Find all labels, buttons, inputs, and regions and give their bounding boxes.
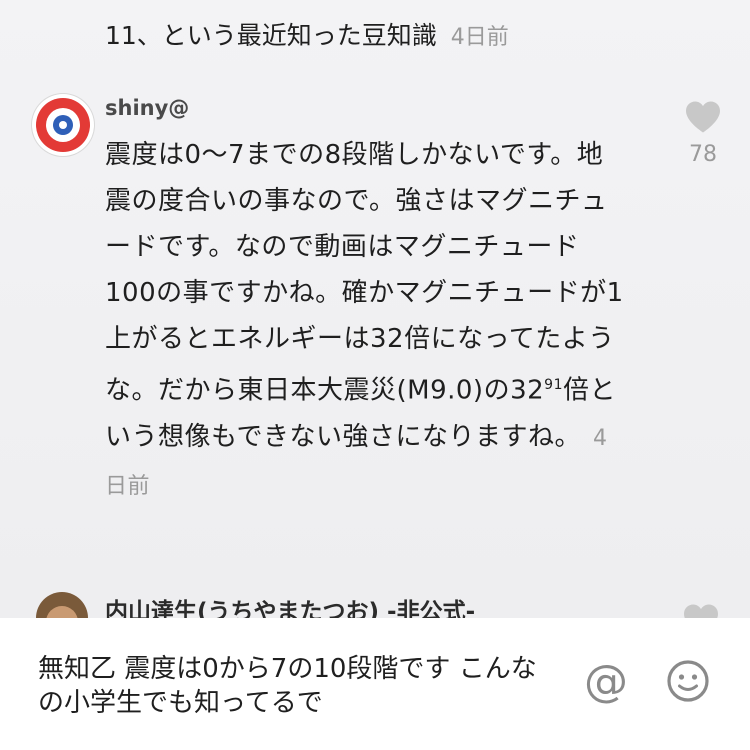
next-comment-username[interactable]: 内山達生(うちやまたつお) -非公式- xyxy=(105,592,475,620)
mention-button[interactable]: @ xyxy=(582,658,630,706)
next-user-avatar[interactable] xyxy=(36,592,88,620)
comment-body: 震度は0〜7までの8段階しかないです。地震の度合いの事なので。強さはマグニチュー… xyxy=(105,132,625,510)
comment-composer: 無知乙 震度は0から7の10段階です こんなの小学生でも知ってるで @ xyxy=(0,618,750,750)
like-button[interactable]: 78 xyxy=(678,100,728,167)
snippet-text: 11、という最近知った豆知識 xyxy=(105,21,437,50)
previous-comment-snippet: 11、という最近知った豆知識 4日前 xyxy=(105,16,509,58)
snippet-timestamp: 4日前 xyxy=(450,25,509,50)
smiley-icon xyxy=(667,660,709,702)
comment-text: 震度は0〜7までの8段階しかないです。地震の度合いの事なので。強さはマグニチュー… xyxy=(105,140,624,406)
emoji-button[interactable] xyxy=(666,659,710,707)
like-count: 78 xyxy=(689,142,717,167)
blue-eye-logo-icon xyxy=(36,98,90,152)
comment-input[interactable]: 無知乙 震度は0から7の10段階です こんなの小学生でも知ってるで xyxy=(38,652,558,720)
comments-panel: 11、という最近知った豆知識 4日前 shiny@ 震度は0〜7までの8段階しか… xyxy=(0,0,750,620)
user-avatar[interactable] xyxy=(32,94,94,156)
heart-icon xyxy=(686,101,720,133)
comment-superscript: 91 xyxy=(544,377,563,393)
comment-username[interactable]: shiny@ xyxy=(105,96,189,120)
